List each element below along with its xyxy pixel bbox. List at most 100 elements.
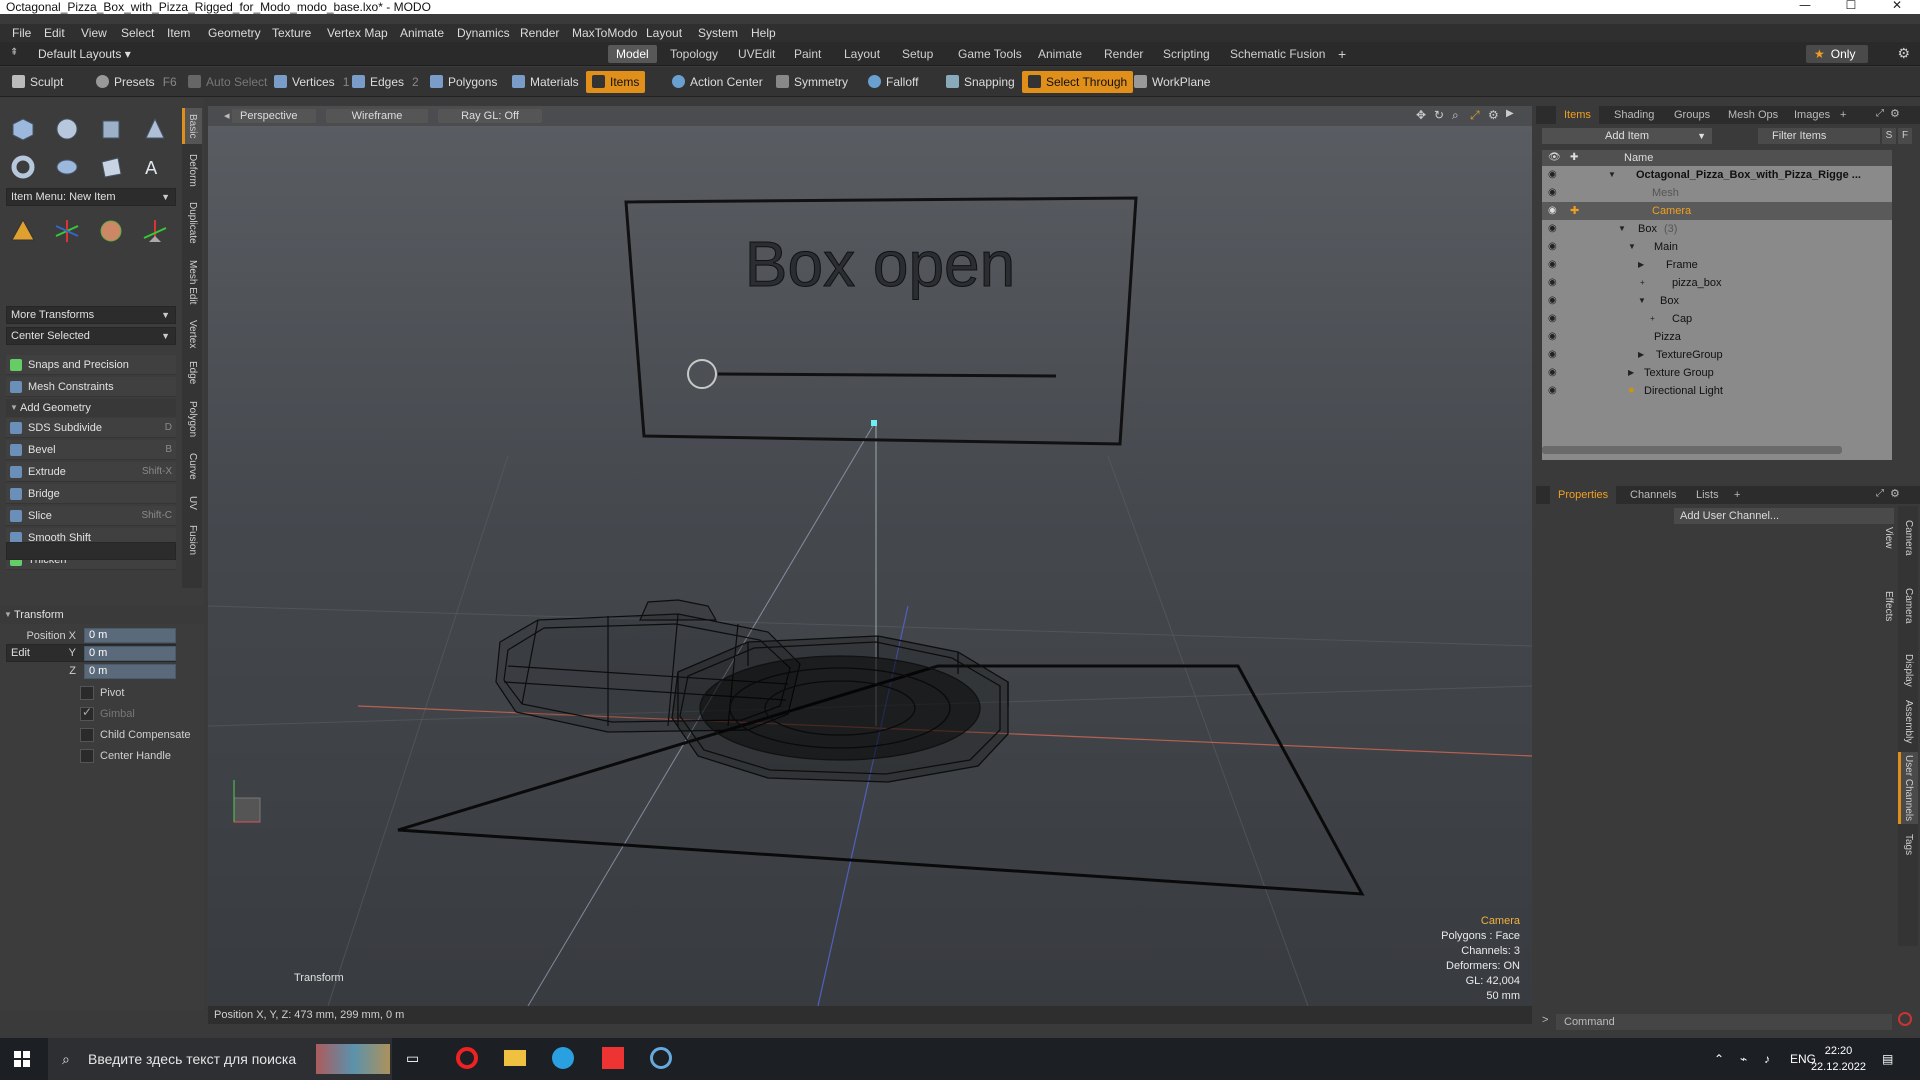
polygons-button[interactable]: Polygons bbox=[424, 71, 503, 93]
presets-button[interactable]: Presets F6 bbox=[90, 71, 183, 93]
record-icon[interactable] bbox=[1898, 1012, 1912, 1026]
item-row-root[interactable]: ◉ ▼ Octagonal_Pizza_Box_with_Pizza_Rigge .… bbox=[1542, 166, 1892, 184]
menu-texture[interactable]: Texture bbox=[272, 24, 311, 42]
vtab-fusion[interactable]: Fusion bbox=[182, 520, 202, 560]
eye-icon[interactable]: ◉ bbox=[1548, 313, 1560, 325]
sphere-icon[interactable] bbox=[52, 114, 82, 144]
gimbal-checkbox[interactable] bbox=[80, 705, 94, 721]
close-button[interactable]: ✕ bbox=[1874, 0, 1920, 14]
menu-layout[interactable]: Layout bbox=[646, 24, 682, 42]
expand-icon[interactable]: ⤢ bbox=[1876, 488, 1884, 499]
vtab-basic[interactable]: Basic bbox=[182, 108, 202, 144]
minimize-button[interactable]: — bbox=[1782, 0, 1828, 14]
item-row-texturegroup[interactable]: ◉ ▶ TextureGroup bbox=[1542, 346, 1892, 364]
menu-item[interactable]: Item bbox=[167, 24, 190, 42]
menu-animate[interactable]: Animate bbox=[400, 24, 444, 42]
item-row-box-inner[interactable]: ◉ ▼ Box bbox=[1542, 292, 1892, 310]
tab-shading[interactable]: Shading bbox=[1606, 106, 1662, 124]
item-row-directional-light[interactable]: ◉ ✸ Directional Light bbox=[1542, 382, 1892, 400]
sculpt-button[interactable]: Sculpt bbox=[6, 71, 69, 93]
tab-layout[interactable]: Layout bbox=[836, 45, 888, 63]
add-user-channel-button[interactable]: Add User Channel... bbox=[1674, 508, 1894, 524]
center-handle-checkbox[interactable] bbox=[80, 749, 94, 763]
cube-icon[interactable] bbox=[8, 114, 38, 144]
snaps-precision-button[interactable]: Snaps and Precision bbox=[6, 355, 176, 375]
menu-vertex-map[interactable]: Vertex Map bbox=[327, 24, 388, 42]
modo-icon[interactable] bbox=[650, 1047, 672, 1069]
maximize-button[interactable]: ☐ bbox=[1828, 0, 1874, 14]
menu-system[interactable]: System bbox=[698, 24, 738, 42]
tab-game-tools[interactable]: Game Tools bbox=[950, 45, 1030, 63]
items-gear-icon[interactable]: ⚙ bbox=[1890, 107, 1900, 120]
add-geometry-header[interactable]: ▼ Add Geometry bbox=[6, 399, 176, 417]
edges-button[interactable]: Edges 2 bbox=[346, 71, 425, 93]
menu-dynamics[interactable]: Dynamics bbox=[457, 24, 510, 42]
item-row-box[interactable]: ◉ ▼ Box (3) bbox=[1542, 220, 1892, 238]
tab-mesh-ops[interactable]: Mesh Ops bbox=[1720, 106, 1786, 124]
eye-icon[interactable]: ◉ bbox=[1548, 295, 1560, 307]
command-input[interactable]: Command bbox=[1556, 1014, 1892, 1030]
item-row-pizza-box[interactable]: ◉ + pizza_box bbox=[1542, 274, 1892, 292]
file-explorer-icon[interactable] bbox=[504, 1050, 526, 1066]
transform-header[interactable]: ▼ Transform bbox=[0, 606, 204, 624]
pivot-checkbox[interactable] bbox=[80, 686, 94, 700]
maximize-viewport-icon[interactable]: ⤢ bbox=[1470, 108, 1480, 123]
taskbar-clock[interactable]: 22:20 22.12.2022 bbox=[1811, 1043, 1866, 1075]
telegram-icon[interactable] bbox=[552, 1047, 574, 1069]
vtab-uv[interactable]: UV bbox=[182, 492, 202, 514]
extrude-button[interactable]: Extrude Shift-X bbox=[6, 462, 176, 482]
volume-icon[interactable]: ♪ bbox=[1764, 1038, 1770, 1080]
tab-model[interactable]: Model bbox=[608, 45, 657, 63]
rotate-icon[interactable] bbox=[52, 216, 82, 246]
snapping-button[interactable]: Snapping bbox=[940, 71, 1021, 93]
opera-icon[interactable] bbox=[456, 1047, 478, 1069]
zoom-icon[interactable]: ⌕ bbox=[1452, 108, 1459, 123]
task-view-icon[interactable]: ▭ bbox=[406, 1050, 419, 1067]
menu-select[interactable]: Select bbox=[121, 24, 154, 42]
bridge-button[interactable]: Bridge bbox=[6, 484, 176, 504]
add-properties-tab[interactable]: + bbox=[1726, 486, 1748, 504]
tab-scripting[interactable]: Scripting bbox=[1155, 45, 1218, 63]
vtab-mesh-edit[interactable]: Mesh Edit bbox=[182, 256, 202, 308]
tab-render[interactable]: Render bbox=[1096, 45, 1151, 63]
action-center-button[interactable]: Action Center bbox=[666, 71, 769, 93]
vertices-button[interactable]: Vertices 1 bbox=[268, 71, 355, 93]
symmetry-button[interactable]: Symmetry bbox=[770, 71, 854, 93]
windows-start-icon[interactable] bbox=[14, 1051, 30, 1067]
tab-topology[interactable]: Topology bbox=[662, 45, 726, 63]
select-through-button[interactable]: Select Through bbox=[1022, 71, 1134, 93]
eye-icon[interactable]: ◉ bbox=[1548, 349, 1560, 361]
lock-icon[interactable]: ✚ bbox=[1570, 202, 1579, 220]
eye-icon[interactable]: ◉ bbox=[1548, 241, 1560, 253]
mesh-constraints-button[interactable]: Mesh Constraints bbox=[6, 377, 176, 397]
tab-paint[interactable]: Paint bbox=[786, 45, 829, 63]
tab-schematic-fusion[interactable]: Schematic Fusion bbox=[1222, 45, 1333, 63]
filter-f-button[interactable]: F bbox=[1898, 128, 1912, 144]
vtab-display[interactable]: Display bbox=[1898, 648, 1918, 692]
anydesk-icon[interactable] bbox=[602, 1047, 624, 1069]
vtab-assembly[interactable]: Assembly bbox=[1898, 698, 1918, 746]
center-selected-dropdown[interactable]: Center Selected ▼ bbox=[6, 327, 176, 345]
falloff-button[interactable]: Falloff bbox=[862, 71, 924, 93]
item-row-frame[interactable]: ◉ ▶ Frame bbox=[1542, 256, 1892, 274]
item-row-texture-group[interactable]: ◉ ▶ Texture Group bbox=[1542, 364, 1892, 382]
transform-icon[interactable] bbox=[140, 216, 170, 246]
add-items-tab[interactable]: + bbox=[1832, 106, 1854, 124]
position-z-field[interactable]: 0 m bbox=[84, 664, 176, 679]
tab-groups[interactable]: Groups bbox=[1666, 106, 1718, 124]
add-item-dropdown[interactable]: Add Item ▼ bbox=[1542, 128, 1712, 144]
item-menu-dropdown[interactable]: Item Menu: New Item ▼ bbox=[6, 188, 176, 206]
vtab-polygon[interactable]: Polygon bbox=[182, 396, 202, 442]
item-row-cap[interactable]: ◉ + Cap bbox=[1542, 310, 1892, 328]
item-row-pizza[interactable]: ◉ Pizza bbox=[1542, 328, 1892, 346]
eye-icon[interactable]: ◉ bbox=[1548, 187, 1560, 199]
pan-icon[interactable]: ✥ bbox=[1416, 108, 1426, 122]
properties-gear-icon[interactable]: ⚙ bbox=[1890, 487, 1900, 500]
viewport-gear-icon[interactable]: ⚙ bbox=[1488, 108, 1499, 122]
items-button[interactable]: Items bbox=[586, 71, 646, 93]
raygl-button[interactable]: Ray GL: Off bbox=[438, 109, 542, 123]
eye-icon[interactable]: ◉ bbox=[1548, 367, 1560, 379]
vtab-tags[interactable]: Tags bbox=[1898, 830, 1918, 860]
menu-help[interactable]: Help bbox=[751, 24, 776, 42]
item-row-main[interactable]: ◉ ▼ Main bbox=[1542, 238, 1892, 256]
